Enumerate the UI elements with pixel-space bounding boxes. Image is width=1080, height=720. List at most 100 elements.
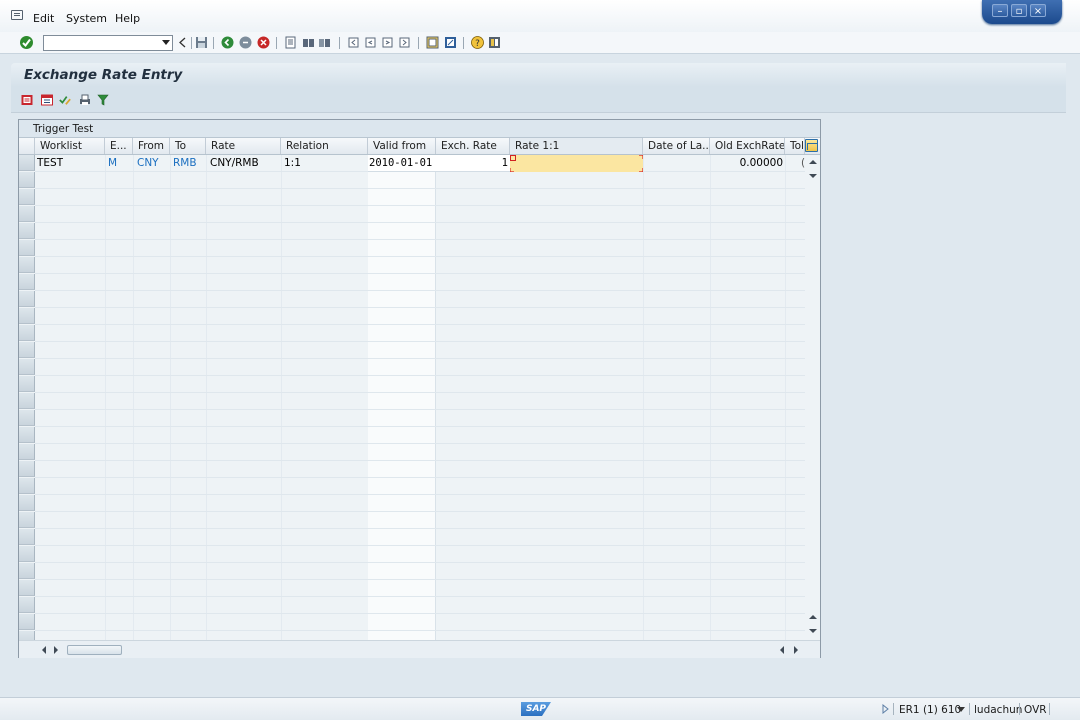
- print-icon[interactable]: [284, 36, 297, 49]
- scroll-left-icon[interactable]: [779, 646, 785, 654]
- close-icon[interactable]: ×: [1030, 4, 1046, 17]
- row-selector[interactable]: [19, 274, 35, 290]
- col-header-tol[interactable]: Tol: [785, 138, 805, 154]
- row-selector[interactable]: [19, 495, 35, 511]
- row-selector[interactable]: [19, 580, 35, 596]
- row-selector[interactable]: [19, 342, 35, 358]
- chevron-down-icon[interactable]: [957, 707, 965, 712]
- check-edit-icon[interactable]: [59, 94, 71, 106]
- save-icon[interactable]: [195, 36, 208, 49]
- status-expand-icon[interactable]: [882, 704, 889, 714]
- row-selector[interactable]: [19, 257, 35, 273]
- select-all-cell[interactable]: [19, 138, 35, 154]
- scroll-up-icon[interactable]: [809, 159, 817, 165]
- empty-row: [35, 342, 805, 359]
- row-selector[interactable]: [19, 546, 35, 562]
- row-selector[interactable]: [19, 614, 35, 630]
- table-row[interactable]: TEST M CNY RMB CNY/RMB 1:1 2010-01-01 1 …: [35, 155, 805, 172]
- empty-row: [35, 189, 805, 206]
- col-header-rate-1-1[interactable]: Rate 1:1: [510, 138, 643, 154]
- find-icon[interactable]: [302, 36, 315, 49]
- row-selector[interactable]: [19, 240, 35, 256]
- row-selector[interactable]: [19, 393, 35, 409]
- col-header-e[interactable]: E...: [105, 138, 133, 154]
- next-page-icon[interactable]: [381, 36, 394, 49]
- last-page-icon[interactable]: [398, 36, 411, 49]
- chevron-down-icon[interactable]: [162, 40, 170, 45]
- filter-icon[interactable]: [97, 94, 109, 106]
- row-selector[interactable]: [19, 597, 35, 613]
- col-header-rate[interactable]: Rate: [206, 138, 281, 154]
- scroll-right-icon[interactable]: [53, 646, 59, 654]
- col-header-date-of-last[interactable]: Date of La...: [643, 138, 710, 154]
- customize-layout-icon[interactable]: [488, 36, 501, 49]
- row-selector[interactable]: [19, 410, 35, 426]
- system-menu-icon[interactable]: [11, 10, 23, 20]
- row-selector[interactable]: [19, 291, 35, 307]
- scroll-up-icon[interactable]: [809, 614, 817, 620]
- cancel-icon[interactable]: [257, 36, 270, 49]
- history-back-icon[interactable]: [177, 36, 190, 49]
- shortcut-icon[interactable]: [444, 36, 457, 49]
- scroll-down-icon[interactable]: [809, 173, 817, 179]
- cell-exch-rate-input[interactable]: 1: [436, 155, 510, 172]
- cell-from[interactable]: CNY: [137, 157, 159, 169]
- col-header-exch-rate[interactable]: Exch. Rate: [436, 138, 510, 154]
- row-selector[interactable]: [19, 155, 35, 171]
- cell-valid-from-input[interactable]: 2010-01-01: [368, 155, 436, 172]
- row-selector[interactable]: [19, 172, 35, 188]
- calendar-icon[interactable]: [41, 94, 53, 106]
- col-header-relation[interactable]: Relation: [281, 138, 368, 154]
- row-selector[interactable]: [19, 563, 35, 579]
- system-info: ER1 (1) 610: [899, 704, 962, 716]
- empty-row: [35, 563, 805, 580]
- row-selector[interactable]: [19, 325, 35, 341]
- display-log-icon[interactable]: [21, 94, 33, 106]
- exit-icon[interactable]: [239, 36, 252, 49]
- row-selector[interactable]: [19, 206, 35, 222]
- row-selector[interactable]: [19, 359, 35, 375]
- row-selector[interactable]: [19, 376, 35, 392]
- scroll-thumb[interactable]: [67, 645, 122, 655]
- row-selector[interactable]: [19, 444, 35, 460]
- cell-focus-marker: [510, 155, 643, 172]
- create-session-icon[interactable]: [426, 36, 439, 49]
- row-selector[interactable]: [19, 223, 35, 239]
- horizontal-scrollbar[interactable]: [19, 640, 820, 658]
- col-header-valid-from[interactable]: Valid from: [368, 138, 436, 154]
- restore-icon[interactable]: ▫: [1011, 4, 1027, 17]
- row-selector[interactable]: [19, 529, 35, 545]
- menu-system[interactable]: System: [66, 12, 107, 25]
- print-list-icon[interactable]: [79, 94, 91, 106]
- cell-to[interactable]: RMB: [173, 157, 197, 169]
- empty-row: [35, 393, 805, 410]
- col-header-worklist[interactable]: Worklist: [35, 138, 105, 154]
- row-selector[interactable]: [19, 512, 35, 528]
- vertical-scrollbar[interactable]: [805, 155, 820, 640]
- help-icon[interactable]: ?: [471, 36, 484, 49]
- col-header-old-exch-rate[interactable]: Old ExchRate: [710, 138, 785, 154]
- back-icon[interactable]: [221, 36, 234, 49]
- menu-edit[interactable]: Edit: [33, 12, 54, 25]
- row-selector[interactable]: [19, 631, 35, 640]
- cell-e[interactable]: M: [108, 157, 117, 169]
- row-selector[interactable]: [19, 189, 35, 205]
- menu-help[interactable]: Help: [115, 12, 140, 25]
- find-next-icon[interactable]: [318, 36, 331, 49]
- scroll-left-icon[interactable]: [41, 646, 47, 654]
- scroll-right-icon[interactable]: [793, 646, 799, 654]
- insert-mode[interactable]: OVR: [1024, 704, 1047, 716]
- row-selector[interactable]: [19, 427, 35, 443]
- col-header-from[interactable]: From: [133, 138, 170, 154]
- col-header-to[interactable]: To: [170, 138, 206, 154]
- row-selector[interactable]: [19, 461, 35, 477]
- row-selector[interactable]: [19, 308, 35, 324]
- first-page-icon[interactable]: [347, 36, 360, 49]
- grid-layout-icon[interactable]: [805, 139, 818, 152]
- minimize-icon[interactable]: –: [992, 4, 1008, 17]
- command-field[interactable]: [43, 35, 173, 51]
- enter-checkmark-icon[interactable]: [20, 36, 33, 49]
- row-selector[interactable]: [19, 478, 35, 494]
- previous-page-icon[interactable]: [364, 36, 377, 49]
- scroll-down-icon[interactable]: [809, 628, 817, 634]
